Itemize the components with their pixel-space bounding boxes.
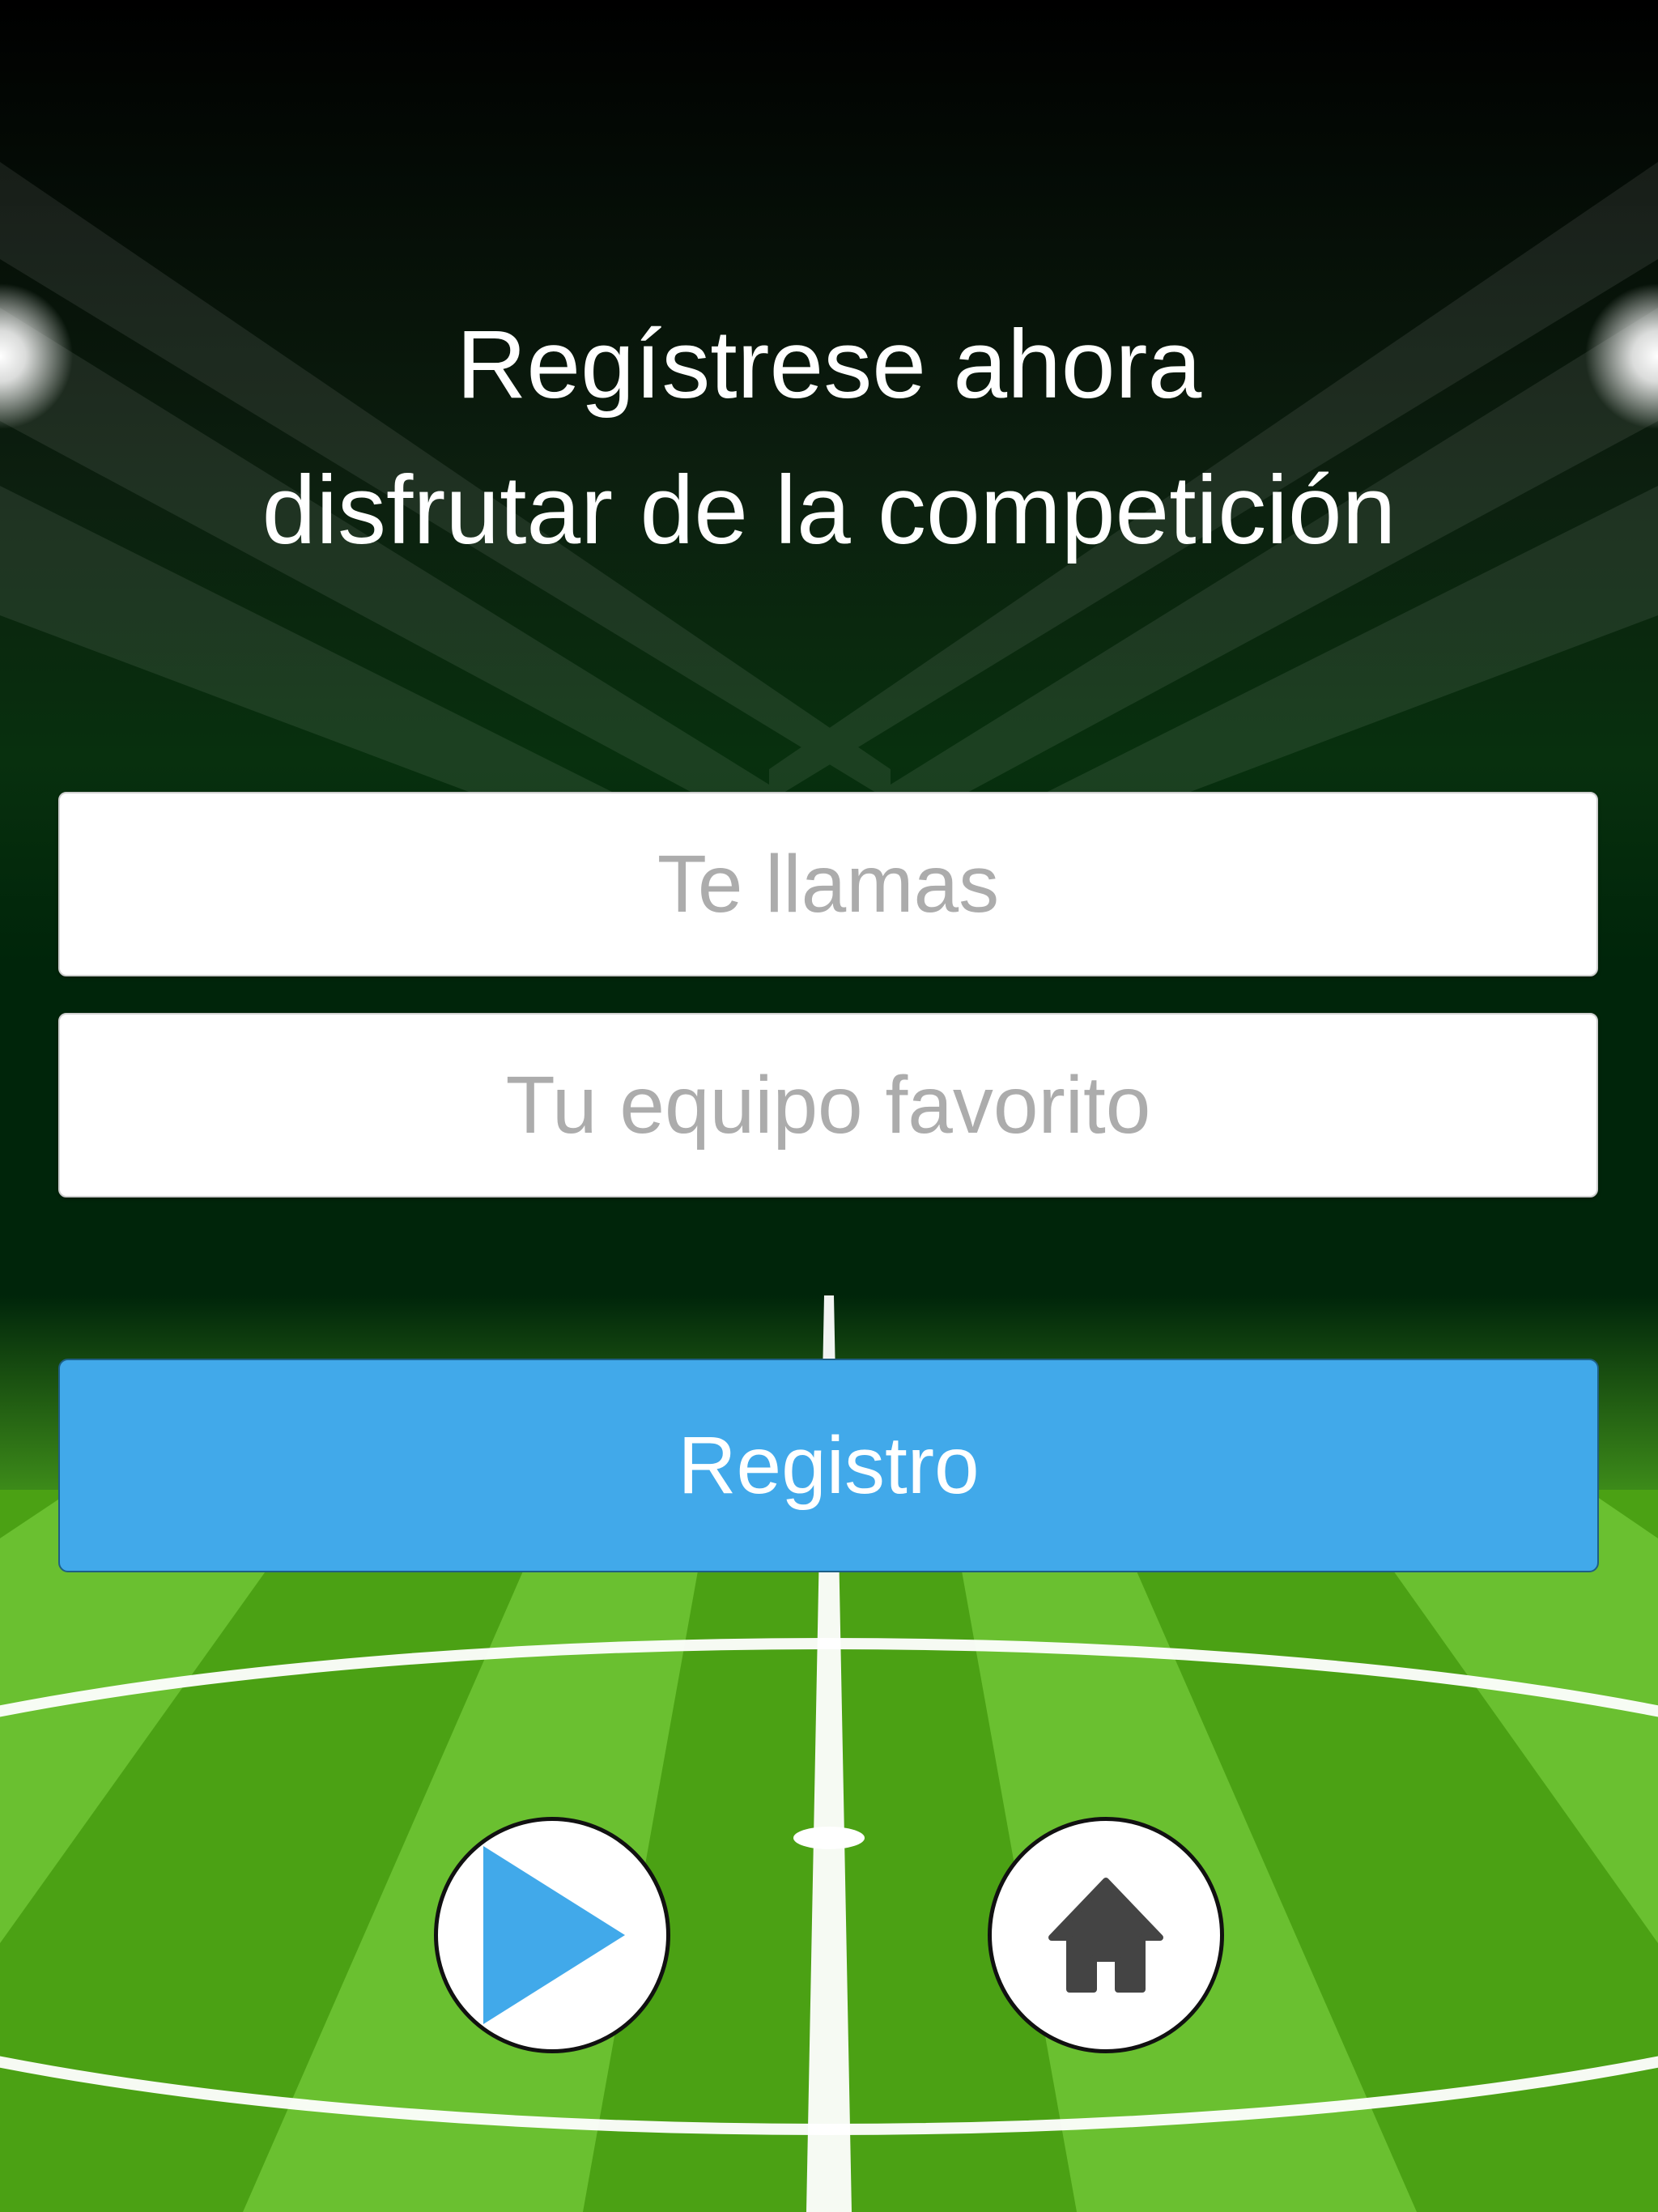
name-field[interactable] [58,792,1598,976]
home-icon [1048,1878,1163,1993]
home-button[interactable] [988,1817,1224,2053]
play-button[interactable] [434,1817,670,2053]
favorite-team-input[interactable] [60,1014,1596,1197]
page-title: Regístrese ahora disfrutar de la competi… [0,291,1658,583]
registration-screen: Regístrese ahora disfrutar de la competi… [0,0,1658,2212]
play-icon [483,1846,625,2024]
title-line-1: Regístrese ahora [456,310,1202,419]
favorite-team-field[interactable] [58,1013,1598,1197]
name-input[interactable] [60,793,1596,976]
register-button[interactable]: Registro [58,1359,1599,1572]
title-line-2: disfrutar de la competición [261,456,1397,564]
